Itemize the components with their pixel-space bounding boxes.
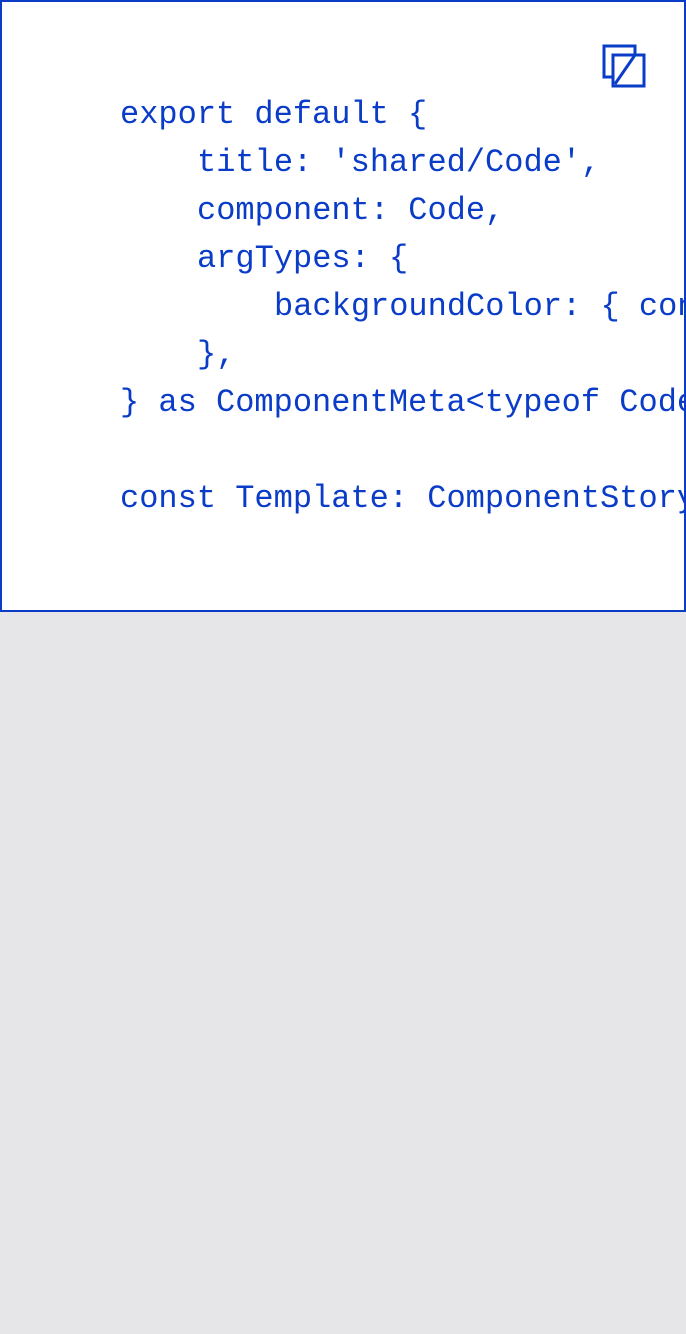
code-block: export default { title: 'shared/Code', c… <box>2 91 686 551</box>
code-line: title: 'shared/Code', <box>197 144 601 181</box>
code-line: argTypes: { <box>197 240 409 277</box>
copy-button[interactable] <box>598 40 650 92</box>
code-line: component: Code, <box>197 192 505 229</box>
copy-icon <box>602 44 646 88</box>
code-line: export default { <box>120 96 428 133</box>
code-line: const Template: ComponentStory <box>120 480 686 517</box>
code-line: }, <box>197 336 236 373</box>
code-snippet-panel: export default { title: 'shared/Code', c… <box>0 0 686 612</box>
code-line: } as ComponentMeta<typeof Code <box>120 384 686 421</box>
code-line: backgroundColor: { con <box>274 288 686 325</box>
